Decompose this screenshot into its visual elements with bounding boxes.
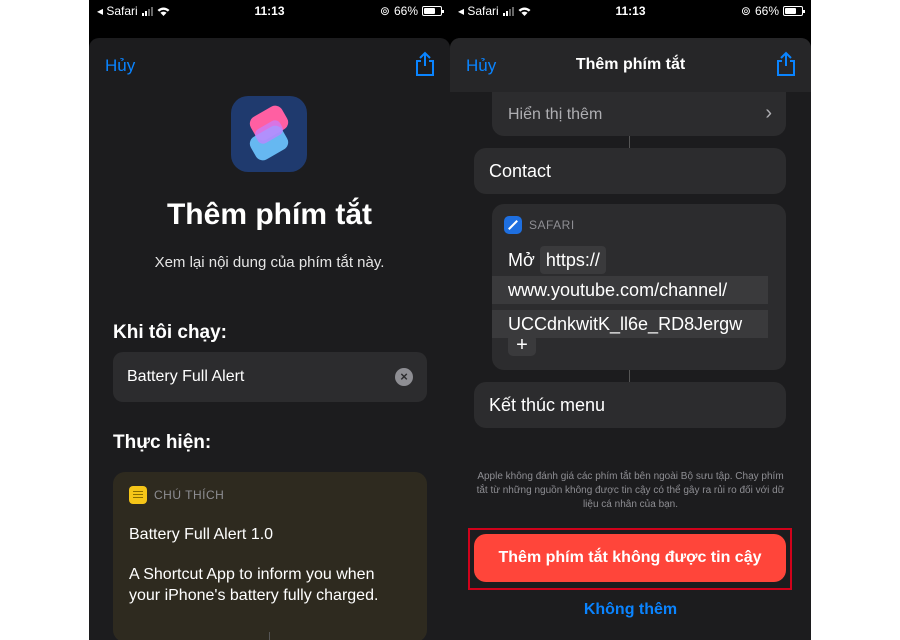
when-run-label: Khi tôi chạy: <box>113 322 228 343</box>
shortcut-name-value: Battery Full Alert <box>127 368 245 385</box>
status-bar: ◂ Safari 11:13 ⊚ 66% <box>89 0 450 22</box>
end-menu-action[interactable]: Kết thúc menu <box>474 382 786 428</box>
end-menu-label: Kết thúc menu <box>489 395 606 415</box>
perform-label: Thực hiện: <box>113 432 212 453</box>
add-variable-button[interactable]: + <box>508 334 536 356</box>
comment-header: CHÚ THÍCH <box>154 488 225 502</box>
orientation-lock-icon: ⊚ <box>740 4 751 18</box>
menu-item-contact[interactable]: Contact <box>474 148 786 194</box>
url-token-part-2[interactable]: www.youtube.com/channel/ <box>492 276 768 304</box>
cancel-button[interactable]: Hủy <box>105 56 135 76</box>
comment-title: Battery Full Alert 1.0 <box>129 526 274 543</box>
battery-icon <box>422 6 444 16</box>
shortcut-name-input[interactable]: Battery Full Alert × <box>113 352 427 402</box>
add-shortcut-sheet: Hủy Thêm phím tắt Xem lại nội dung của p… <box>89 38 450 640</box>
open-label: Mở <box>508 250 535 270</box>
battery-icon <box>783 6 805 16</box>
battery-percent: 66% <box>754 4 779 18</box>
share-icon[interactable] <box>414 51 436 77</box>
orientation-lock-icon: ⊚ <box>379 4 390 18</box>
show-more-row[interactable]: Hiển thị thêm › <box>492 92 786 136</box>
page-subtitle: Xem lại nội dung của phím tắt này. <box>154 254 385 271</box>
dont-add-button[interactable]: Không thêm <box>450 601 811 619</box>
menu-item-label: Contact <box>489 161 552 181</box>
notes-icon <box>129 486 147 504</box>
action-connector <box>269 632 270 640</box>
nav-title: Thêm phím tắt <box>575 56 686 73</box>
safari-header: SAFARI <box>529 218 575 232</box>
share-icon[interactable] <box>775 51 797 77</box>
comment-body-line-2: your iPhone's battery fully charged. <box>129 587 379 604</box>
clear-icon[interactable]: × <box>395 368 413 386</box>
left-phone-screen: ◂ Safari 11:13 ⊚ 66% Hủy Thêm phím tắt Xe… <box>89 0 450 640</box>
add-untrusted-shortcut-button[interactable]: Thêm phím tắt không được tin cậy <box>474 534 786 582</box>
shortcuts-app-icon <box>231 96 307 172</box>
safari-open-url-action[interactable]: SAFARI Mở https:// www.youtube.com/chann… <box>492 204 786 370</box>
page-title: Thêm phím tắt <box>166 198 372 231</box>
battery-percent: 66% <box>393 4 418 18</box>
comment-body-line-1: A Shortcut App to inform you when <box>129 566 375 583</box>
navigation-bar: Hủy Thêm phím tắt <box>450 38 811 92</box>
show-more-label: Hiển thị thêm <box>508 106 603 123</box>
action-connector <box>629 370 630 382</box>
untrusted-disclaimer: Apple không đánh giá các phím tắt bên ng… <box>476 471 785 510</box>
safari-icon <box>504 216 522 234</box>
right-phone-screen: ◂ Safari 11:13 ⊚ 66% Hiển thị thêm › Cont… <box>450 0 811 640</box>
comment-action-card[interactable]: CHÚ THÍCH Battery Full Alert 1.0 A Short… <box>113 472 427 640</box>
status-bar: ◂ Safari 11:13 ⊚ 66% <box>450 0 811 22</box>
chevron-right-icon: › <box>765 102 772 124</box>
